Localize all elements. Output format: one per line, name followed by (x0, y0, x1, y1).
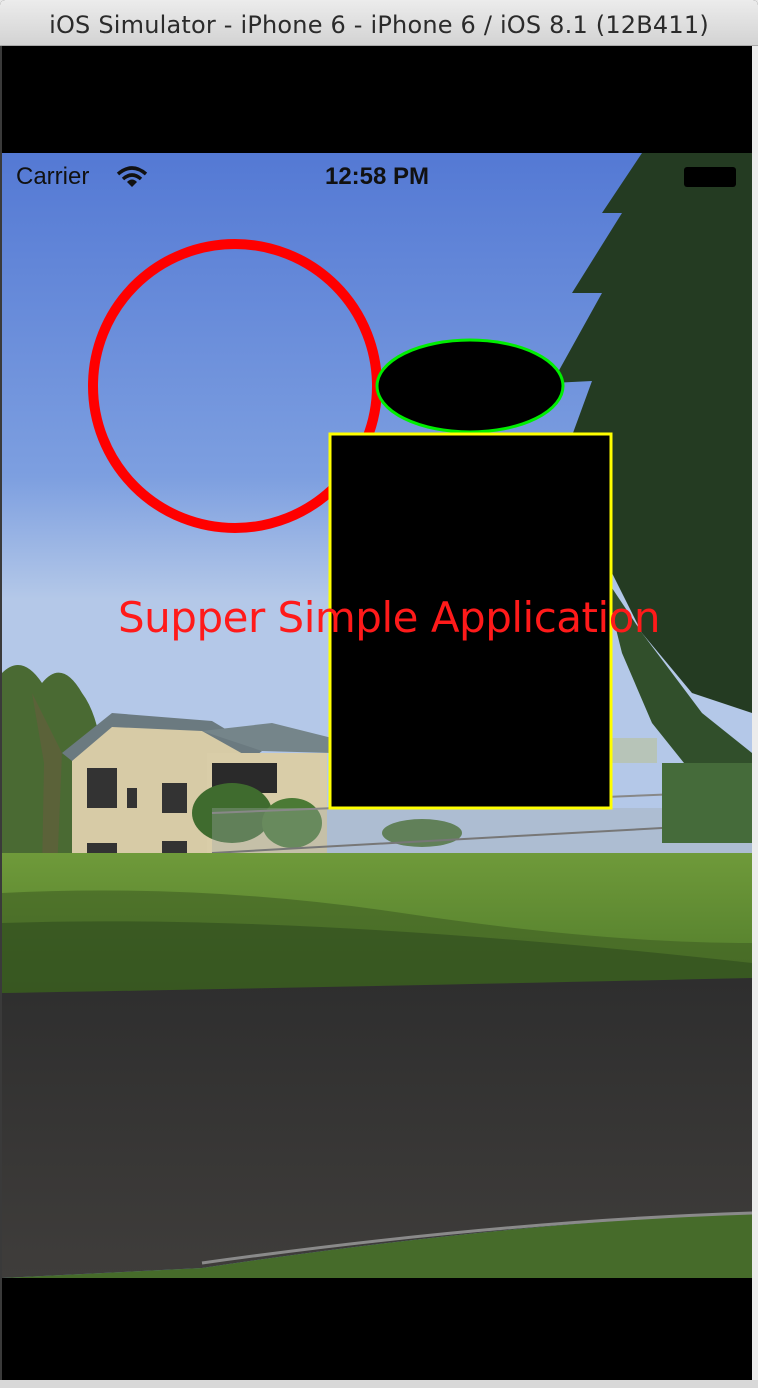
status-time: 12:58 PM (324, 163, 430, 190)
battery-icon (684, 167, 736, 187)
simulator-window: iOS Simulator - iPhone 6 - iPhone 6 / iO… (0, 0, 758, 1388)
window-title: iOS Simulator - iPhone 6 - iPhone 6 / iO… (49, 11, 709, 39)
app-title-label: Supper Simple Application (118, 593, 661, 642)
app-canvas (88, 239, 613, 810)
window-right-edge (752, 46, 758, 1388)
device-bottom-bezel (2, 1278, 752, 1380)
window-bottom-edge (0, 1380, 758, 1388)
black-ellipse-shape (375, 338, 565, 434)
device-screen[interactable]: Carrier 12:58 PM Supper Simple Applicati… (2, 153, 752, 1278)
device-top-bezel (2, 46, 752, 153)
title-bar[interactable]: iOS Simulator - iPhone 6 - iPhone 6 / iO… (0, 0, 758, 46)
